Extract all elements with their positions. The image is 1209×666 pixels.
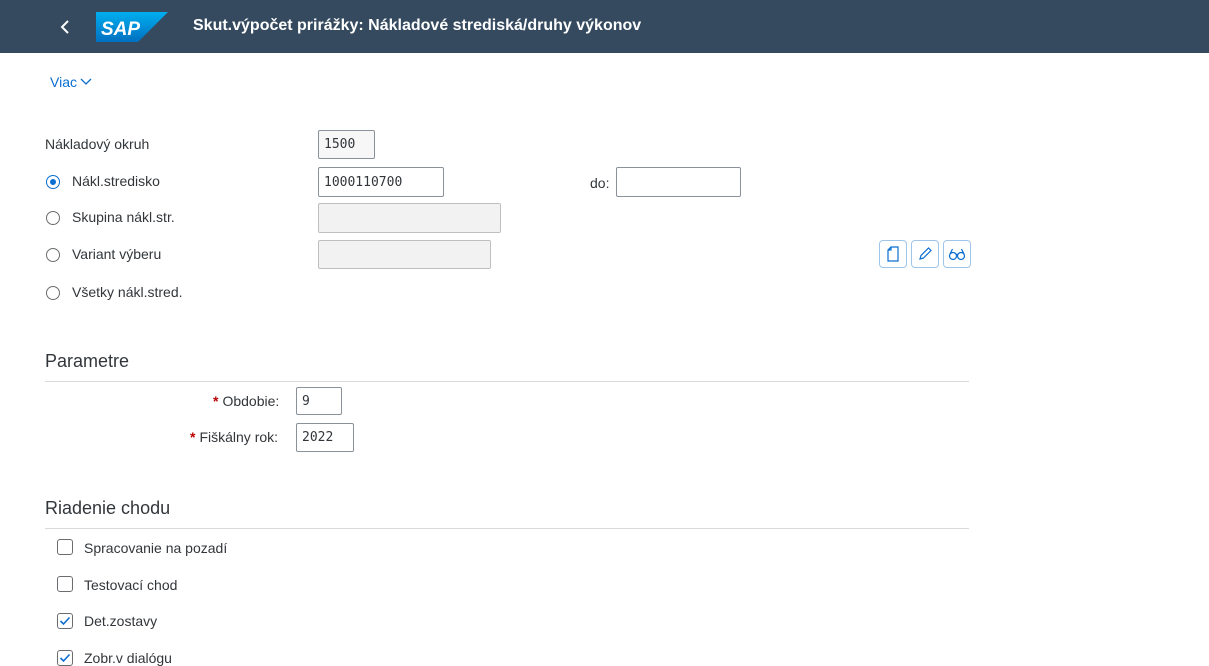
required-marker: * (213, 393, 219, 409)
all-cost-centers-label: Všetky nákl.stred. (72, 284, 183, 300)
checkmark-icon (59, 653, 71, 663)
edit-variant-button[interactable] (911, 240, 939, 268)
parameters-divider (45, 381, 969, 382)
back-button[interactable] (50, 12, 80, 42)
dialog-display-checkbox[interactable] (57, 650, 73, 666)
display-variant-button[interactable] (943, 240, 971, 268)
run-control-title: Riadenie chodu (45, 498, 171, 518)
cost-center-group-label: Skupina nákl.str. (72, 209, 175, 225)
detail-list-label: Det.zostavy (84, 613, 158, 629)
edit-icon (919, 247, 932, 260)
variant-tools (879, 240, 971, 268)
to-label: do: (590, 175, 610, 191)
shell-bar: SAP Skut.výpočet prirážky: Nákladové str… (0, 0, 1209, 53)
radio-selection-variant[interactable] (46, 248, 60, 262)
run-control-divider (45, 528, 969, 529)
dialog-display-label: Zobr.v dialógu (84, 650, 172, 666)
create-icon (887, 246, 899, 262)
detail-list-checkbox[interactable] (57, 613, 73, 629)
period-label: * Obdobie: (213, 393, 280, 409)
create-variant-button[interactable] (879, 240, 907, 268)
chevron-left-icon (60, 20, 69, 34)
more-menu-label: Viac (50, 74, 77, 90)
selection-variant-field[interactable] (318, 240, 491, 269)
display-icon (948, 248, 966, 261)
chevron-down-icon (80, 78, 92, 85)
selection-variant-label: Variant výberu (72, 246, 162, 262)
background-processing-checkbox[interactable] (57, 539, 73, 555)
cost-center-group-field[interactable] (318, 203, 501, 233)
controlling-area-field[interactable]: 1500 (318, 130, 375, 159)
cost-center-label: Nákl.stredisko (72, 173, 160, 189)
svg-text:SAP: SAP (101, 19, 140, 40)
required-marker: * (190, 429, 196, 445)
test-run-label: Testovací chod (84, 577, 178, 593)
period-field[interactable]: 9 (296, 387, 342, 415)
controlling-area-label: Nákladový okruh (45, 136, 150, 152)
sap-logo: SAP (96, 12, 168, 42)
radio-cost-center-group[interactable] (46, 211, 60, 225)
fiscal-year-field[interactable]: 2022 (296, 423, 354, 452)
checkmark-icon (59, 616, 71, 626)
radio-cost-center[interactable] (46, 175, 60, 189)
fiscal-year-label: * Fiškálny rok: (190, 429, 279, 445)
cost-center-to-field[interactable] (616, 167, 741, 197)
app-title: Skut.výpočet prirážky: Nákladové stredis… (193, 17, 642, 34)
test-run-checkbox[interactable] (57, 576, 73, 592)
radio-all-cost-centers[interactable] (46, 286, 60, 300)
cost-center-field[interactable]: 1000110700 (318, 167, 444, 197)
more-menu-button[interactable]: Viac (50, 74, 92, 90)
parameters-title: Parametre (45, 351, 130, 371)
background-processing-label: Spracovanie na pozadí (84, 540, 228, 556)
